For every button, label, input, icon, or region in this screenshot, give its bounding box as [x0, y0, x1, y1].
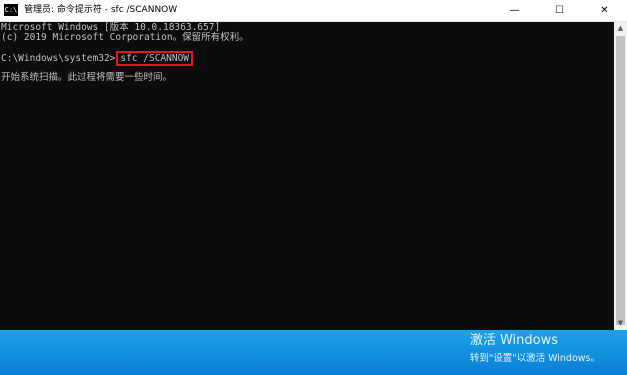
scrollbar-thumb[interactable] — [616, 36, 625, 325]
prompt-text: C:\Windows\system32> — [1, 53, 116, 64]
minimize-button[interactable]: — — [492, 0, 537, 21]
command-line: C:\Windows\system32> sfc /SCANNOW — [1, 51, 194, 66]
vertical-scrollbar[interactable]: ▲ ▼ — [614, 22, 627, 330]
command-prompt-window: C:\ 管理员: 命令提示符 - sfc /SCANNOW — ☐ ✕ Micr… — [0, 0, 627, 330]
scan-output-line: 开始系统扫描。此过程将需要一些时间。 — [1, 72, 173, 83]
activation-subtitle: 转到"设置"以激活 Windows。 — [469, 353, 600, 364]
command-prompt-icon[interactable]: C:\ — [4, 4, 18, 16]
close-button[interactable]: ✕ — [582, 0, 627, 21]
title-bar[interactable]: C:\ 管理员: 命令提示符 - sfc /SCANNOW — ☐ ✕ — [0, 0, 627, 22]
maximize-button[interactable]: ☐ — [537, 0, 582, 21]
highlighted-command: sfc /SCANNOW — [116, 51, 194, 66]
activation-watermark: 激活 Windows 转到"设置"以激活 Windows。 — [470, 333, 600, 366]
activation-title: 激活 Windows — [469, 333, 558, 348]
window-title: 管理员: 命令提示符 - sfc /SCANNOW — [24, 5, 178, 15]
scroll-up-arrow-icon[interactable]: ▲ — [614, 22, 627, 35]
copyright-line: (c) 2019 Microsoft Corporation。保留所有权利。 — [1, 32, 249, 43]
scroll-down-arrow-icon[interactable]: ▼ — [614, 317, 627, 330]
console-output[interactable]: Microsoft Windows [版本 10.0.18363.657] (c… — [0, 22, 614, 330]
